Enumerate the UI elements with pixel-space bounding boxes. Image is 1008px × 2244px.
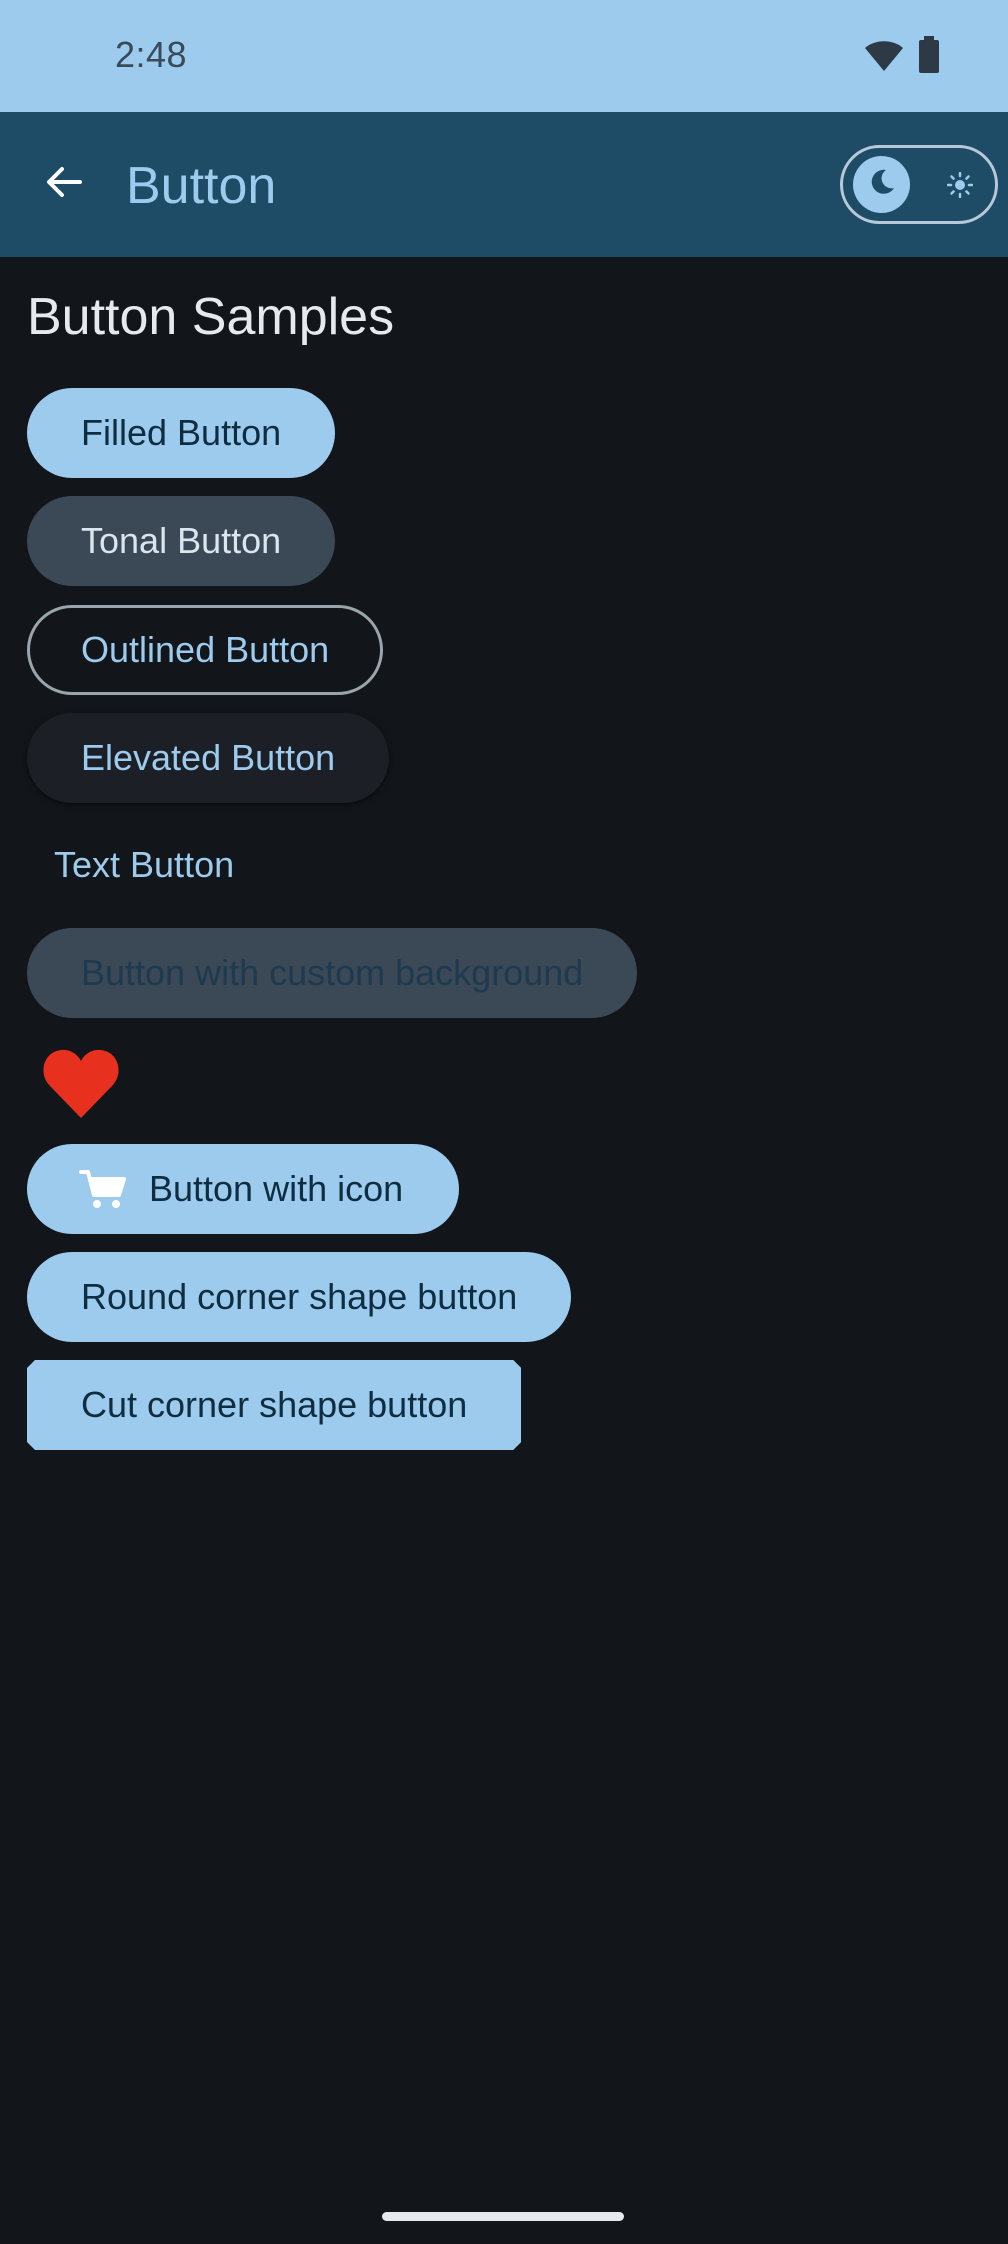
cut-corner-button-label: Cut corner shape button: [81, 1384, 468, 1425]
outlined-button-label: Outlined Button: [81, 629, 330, 670]
tonal-button-label: Tonal Button: [81, 520, 282, 561]
favorite-icon-button[interactable]: [36, 1041, 126, 1131]
section-title: Button Samples: [27, 288, 395, 346]
custom-background-button-label: Button with custom background: [81, 952, 584, 993]
toggle-knob: [853, 156, 910, 213]
filled-button[interactable]: Filled Button: [27, 388, 336, 478]
heart-icon: [41, 1048, 121, 1125]
theme-toggle[interactable]: [840, 145, 998, 224]
button-with-icon-label: Button with icon: [149, 1168, 404, 1209]
battery-icon: [918, 36, 940, 79]
outlined-button[interactable]: Outlined Button: [27, 605, 384, 695]
moon-icon: [867, 167, 897, 202]
filled-button-label: Filled Button: [81, 412, 282, 453]
button-with-icon[interactable]: Button with icon: [27, 1144, 460, 1234]
sun-icon: [946, 171, 974, 203]
shopping-cart-icon: [79, 1169, 127, 1209]
text-button-label: Text Button: [54, 844, 235, 885]
status-icons: [864, 36, 940, 79]
custom-background-button[interactable]: Button with custom background: [27, 928, 638, 1018]
cut-corner-button[interactable]: Cut corner shape button: [27, 1360, 521, 1450]
elevated-button[interactable]: Elevated Button: [27, 713, 390, 803]
text-button[interactable]: Text Button: [27, 820, 261, 910]
back-button[interactable]: [28, 148, 100, 220]
gesture-nav-handle[interactable]: [382, 2212, 624, 2221]
tonal-button[interactable]: Tonal Button: [27, 496, 336, 586]
wifi-icon: [864, 38, 904, 77]
status-time: 2:48: [115, 34, 188, 75]
arrow-back-icon: [44, 162, 84, 207]
round-corner-button-label: Round corner shape button: [81, 1276, 518, 1317]
status-bar: 2:48: [0, 0, 1008, 112]
round-corner-button[interactable]: Round corner shape button: [27, 1252, 572, 1342]
page-title: Button: [126, 157, 277, 215]
elevated-button-label: Elevated Button: [81, 737, 336, 778]
app-bar: Button: [0, 112, 1008, 257]
